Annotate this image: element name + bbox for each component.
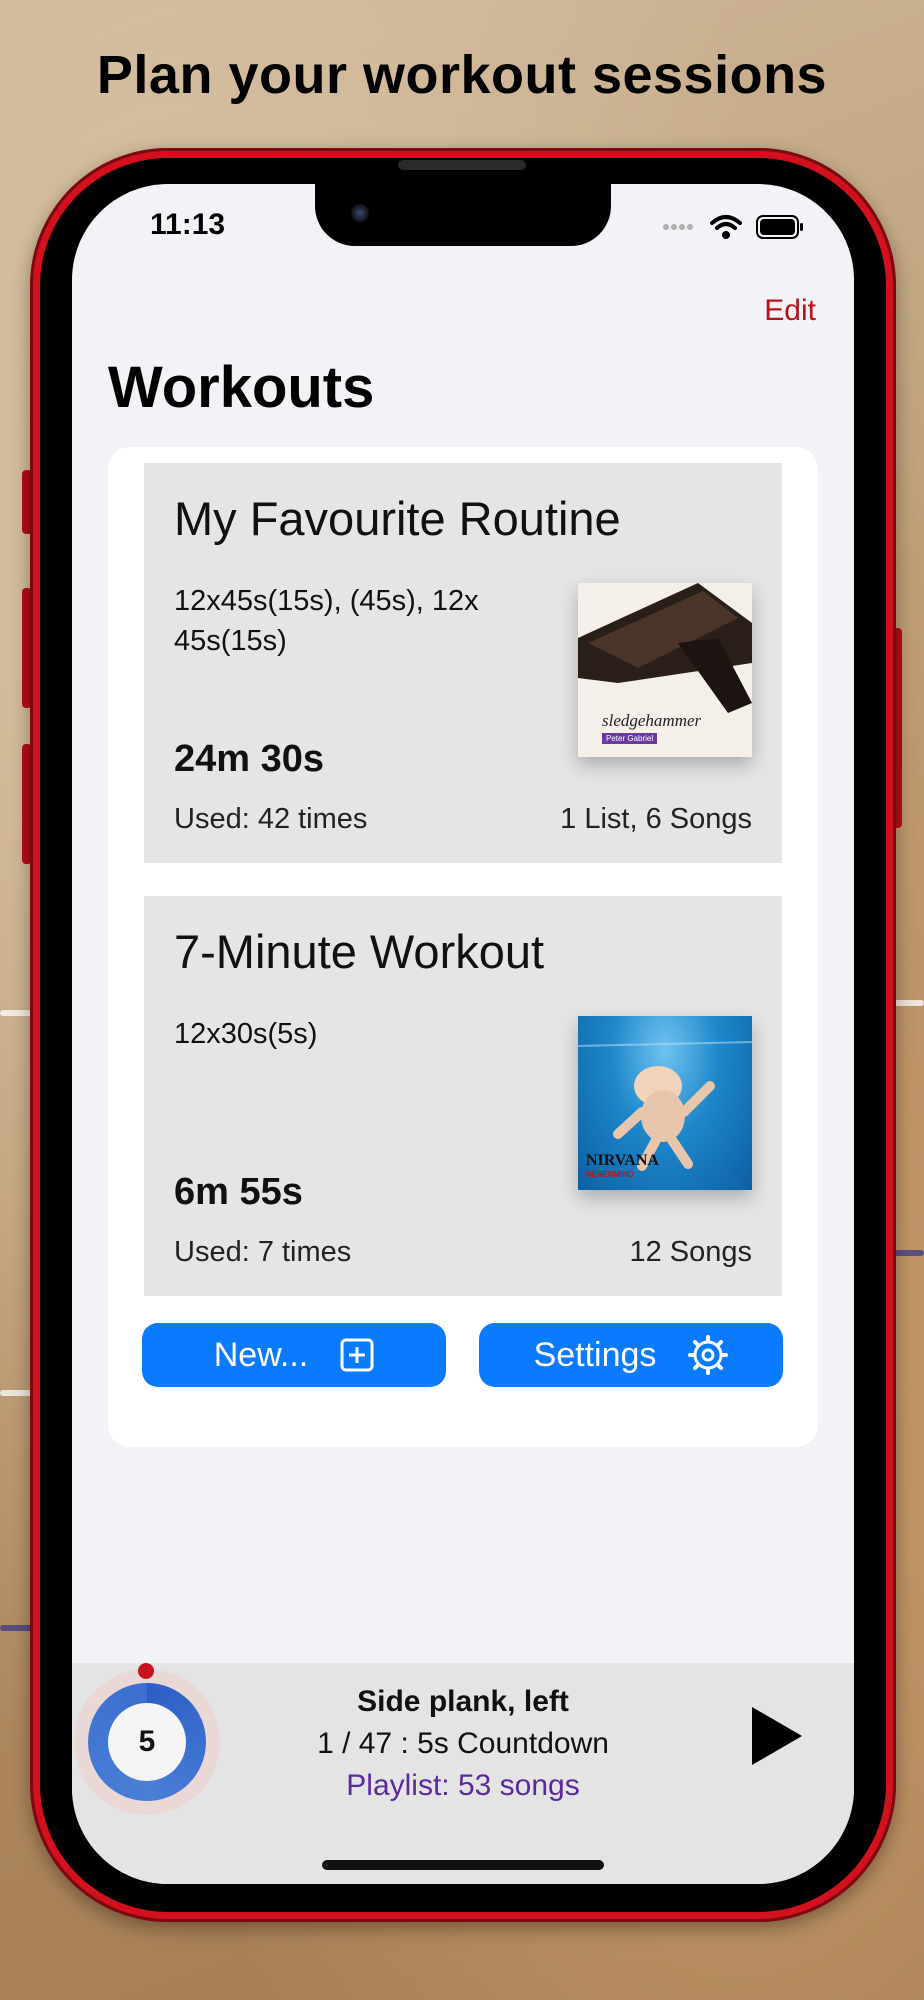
workout-usage-count: Used: 7 times (174, 1236, 352, 1268)
status-time: 11:13 (150, 208, 226, 241)
workout-duration: 6m 55s (174, 1171, 303, 1213)
status-icons (662, 214, 804, 240)
workout-music-info: 1 List, 6 Songs (560, 803, 752, 835)
workout-usage-count: Used: 42 times (174, 803, 368, 835)
countdown-marker (138, 1663, 154, 1679)
battery-icon (756, 215, 803, 239)
play-icon[interactable] (746, 1703, 806, 1769)
edit-button[interactable]: Edit (764, 294, 816, 328)
front-camera (351, 204, 369, 222)
workout-title: My Favourite Routine (174, 492, 621, 545)
current-exercise: Side plank, left (357, 1685, 569, 1718)
exercise-progress: 1 / 47 : 5s Countdown (317, 1727, 609, 1760)
headline: Plan your workout sessions (96, 45, 828, 105)
now-playing-bar[interactable]: 5 Side plank, left 1 / 47 : 5s Countdown… (72, 1663, 854, 1884)
notch (315, 184, 611, 246)
album-title: NIRVANA (586, 1152, 659, 1169)
workout-intervals: 12x30s(5s) (174, 1018, 318, 1050)
phone-screen: 11:13 Edit Workouts My Favourite Routine… (72, 184, 854, 1884)
gear-icon (688, 1335, 729, 1375)
workout-duration: 24m 30s (174, 738, 325, 780)
workout-music-info: 12 Songs (629, 1236, 752, 1268)
workout-list: My Favourite Routine 12x45s(15s), (45s),… (108, 447, 818, 1447)
settings-button-label: Settings (533, 1335, 657, 1374)
new-button-label: New... (213, 1335, 309, 1374)
album-subtitle: NEVERMIND (586, 1170, 635, 1179)
album-artwork: sledgehammer Peter Gabriel (578, 583, 752, 757)
plus-square-icon (340, 1338, 374, 1372)
workout-intervals: 12x45s(15s), (45s), 12x 45s(15s) (174, 585, 479, 657)
earpiece-speaker (398, 160, 526, 170)
workout-card[interactable]: My Favourite Routine 12x45s(15s), (45s),… (144, 463, 782, 863)
album-title: sledgehammer (602, 711, 702, 730)
album-artist-badge: Peter Gabriel (602, 733, 658, 744)
workout-card[interactable]: 7-Minute Workout 12x30s(5s) 6m 55s Used:… (144, 896, 782, 1296)
playlist-info[interactable]: Playlist: 53 songs (72, 1769, 854, 1803)
cellular-signal-icon (663, 224, 693, 230)
page-title: Workouts (108, 355, 375, 420)
home-indicator[interactable] (322, 1860, 604, 1870)
album-artwork: NIRVANA NEVERMIND (578, 1016, 752, 1190)
new-workout-button[interactable]: New... (142, 1323, 446, 1387)
settings-button[interactable]: Settings (479, 1323, 783, 1387)
workout-title: 7-Minute Workout (174, 925, 545, 978)
wifi-icon (710, 215, 742, 239)
